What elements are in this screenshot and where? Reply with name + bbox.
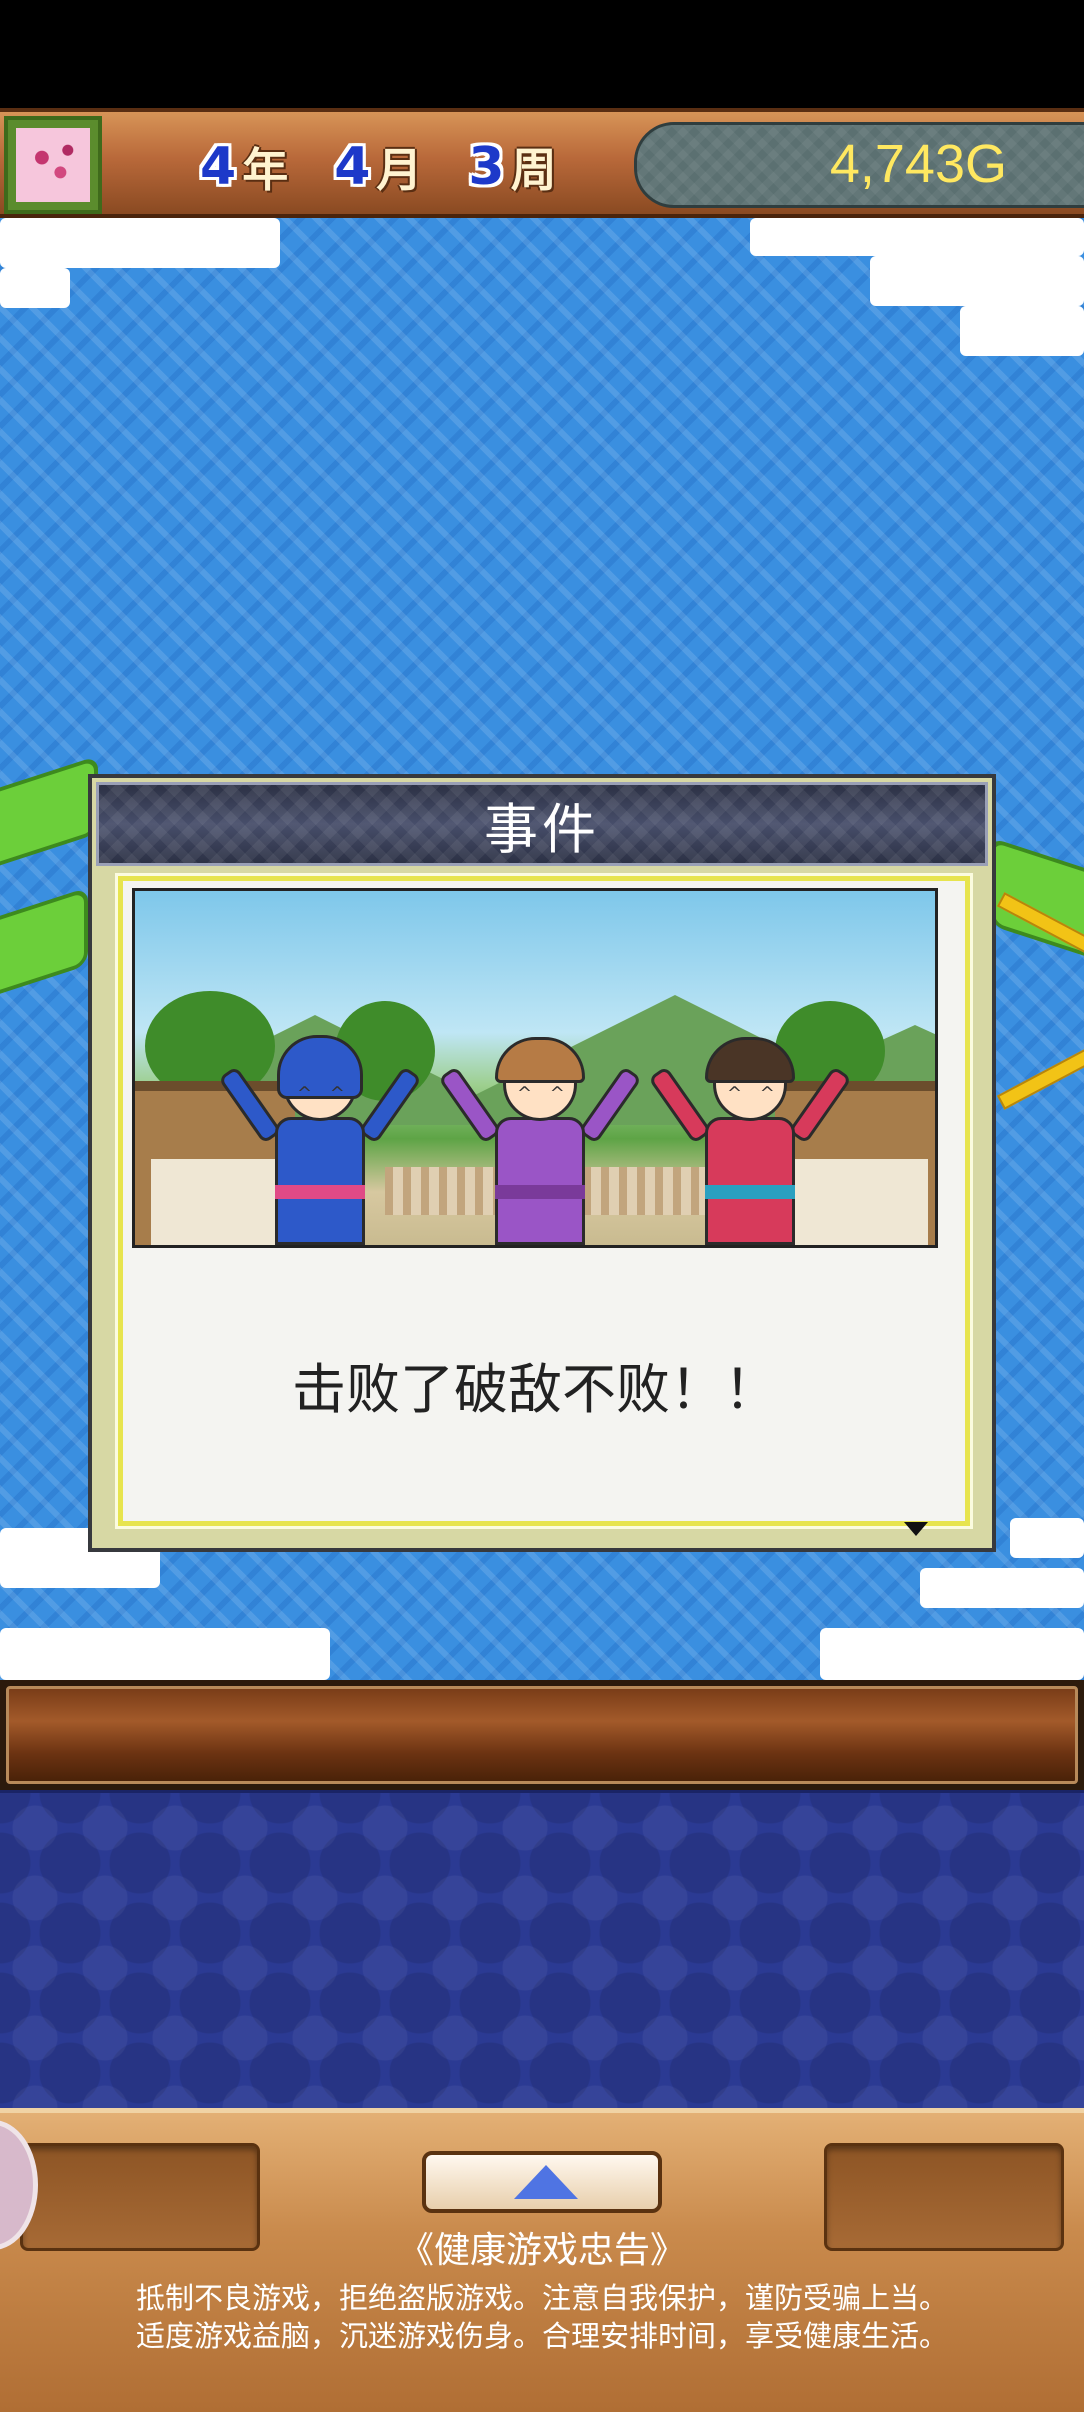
triangle-up-icon <box>514 2165 578 2199</box>
week-number: 3 <box>468 137 505 197</box>
cloud <box>920 1568 1084 1608</box>
year-number: 4 <box>200 137 237 197</box>
message-bar <box>0 1680 1084 1790</box>
cloud <box>820 1628 1084 1680</box>
message-bar-inner <box>6 1686 1078 1784</box>
event-dialog-title: 事件 <box>484 797 600 861</box>
cloud <box>870 256 1084 306</box>
event-message-text: 击败了破敌不败！！ <box>292 1357 778 1421</box>
menu-expand-button[interactable] <box>422 2151 662 2213</box>
bottom-menu: 《健康游戏忠告》 抵制不良游戏，拒绝盗版游戏。注意自我保护，谨防受骗上当。 适度… <box>0 2108 1084 2412</box>
money-value: 4,743G <box>829 134 1007 194</box>
cloud <box>0 268 70 308</box>
cloud <box>1010 1518 1084 1558</box>
event-dialog-header: 事件 <box>96 782 988 866</box>
week-unit: 周 <box>510 143 557 197</box>
health-notice-title: 《健康游戏忠告》 <box>397 2230 686 2271</box>
ninja-red: ^ ^ <box>648 1025 852 1245</box>
month-unit: 月 <box>376 143 423 197</box>
watermark: ny <box>966 310 992 337</box>
triangle-down-icon[interactable] <box>904 1522 928 1536</box>
health-notice-line-2: 适度游戏益脑，沉迷游戏伤身。合理安排时间，享受健康生活。 <box>135 2319 948 2353</box>
road <box>996 1042 1084 1110</box>
event-message: 击败了破敌不败！！ <box>132 1324 938 1444</box>
cloud <box>750 218 1084 256</box>
health-notice-line-1: 抵制不良游戏，拒绝盗版游戏。注意自我保护，谨防受骗上当。 <box>135 2281 948 2315</box>
sakura-avatar-icon <box>16 128 90 202</box>
event-illustration: ^ ^ ^ ^ ^ ^ <box>132 888 938 1248</box>
cloud <box>0 1628 330 1680</box>
money-panel: 4,743G <box>634 122 1084 208</box>
island-left <box>0 887 88 1007</box>
game-date: 4 年 4 月 3 周 <box>200 132 557 202</box>
menu-panel <box>0 1790 1084 2111</box>
ninja-blue: ^ ^ <box>218 1025 422 1245</box>
ninja-purple: ^ ^ <box>438 1025 642 1245</box>
avatar[interactable] <box>4 116 102 214</box>
month-number: 4 <box>334 137 371 197</box>
status-bar: 4 年 4 月 3 周 4,743G <box>0 108 1084 218</box>
cloud <box>0 218 280 268</box>
island-left <box>0 755 98 879</box>
year-unit: 年 <box>242 143 289 197</box>
